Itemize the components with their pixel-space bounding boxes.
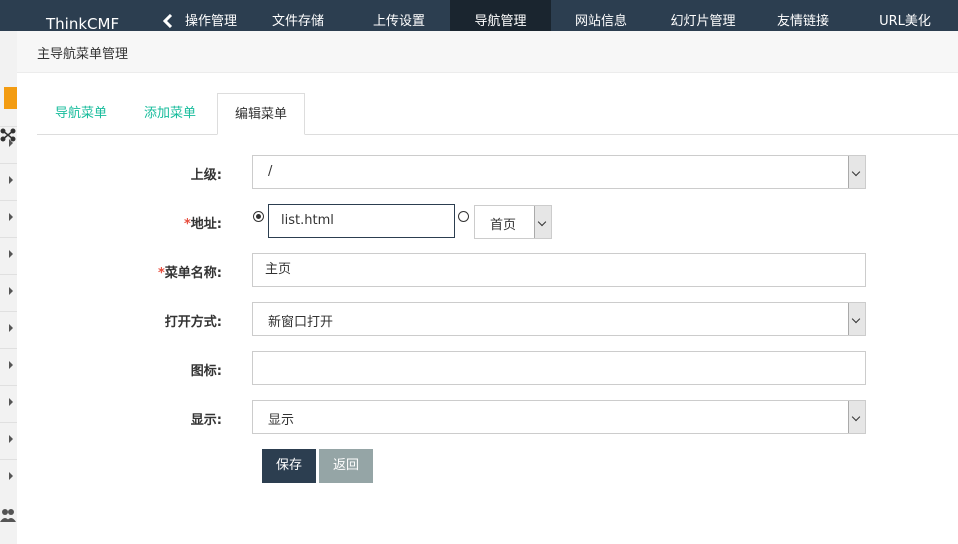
- chevron-down-icon: [848, 401, 865, 433]
- address-page-value: 首页: [490, 218, 517, 233]
- sidebar-item[interactable]: [0, 459, 17, 496]
- nav-item-links[interactable]: 友情链接: [772, 12, 834, 31]
- chevron-down-icon: [848, 303, 865, 335]
- save-button[interactable]: 保存: [262, 449, 316, 483]
- caret-right-icon: [9, 287, 13, 295]
- sidebar-item[interactable]: [0, 126, 17, 163]
- nav-item-navigation[interactable]: 导航管理: [450, 0, 551, 31]
- panel-title: 主导航菜单管理: [37, 47, 129, 62]
- caret-right-icon: [9, 250, 13, 258]
- menu-edit-panel: 主导航菜单管理 导航菜单 添加菜单 编辑菜单 上级: / *地址: list.h…: [17, 31, 958, 544]
- icon-input[interactable]: [252, 351, 866, 385]
- tab-add-menu[interactable]: 添加菜单: [125, 93, 215, 134]
- sidebar: [0, 31, 18, 544]
- required-mark: *: [183, 217, 191, 232]
- top-navbar: ThinkCMF 操作管理 文件存储 上传设置 导航管理 网站信息 幻灯片管理 …: [0, 0, 958, 33]
- tab-edit-menu[interactable]: 编辑菜单: [217, 93, 305, 135]
- caret-right-icon: [9, 324, 13, 332]
- caret-right-icon: [9, 176, 13, 184]
- caret-right-icon: [9, 361, 13, 369]
- menu-name-label: *菜单名称:: [102, 262, 222, 281]
- tab-bar: 导航菜单 添加菜单 编辑菜单: [37, 93, 958, 135]
- nav-item-slides[interactable]: 幻灯片管理: [664, 12, 742, 31]
- menu-name-label-text: 菜单名称:: [164, 266, 222, 281]
- address-label: *地址:: [102, 213, 222, 232]
- open-mode-value: 新窗口打开: [268, 315, 334, 330]
- menu-name-input[interactable]: 主页: [252, 253, 866, 287]
- chevron-down-icon: [848, 156, 865, 188]
- nav-item-storage[interactable]: 文件存储: [267, 12, 329, 31]
- display-label: 显示:: [190, 413, 222, 428]
- display-value: 显示: [268, 413, 295, 428]
- sidebar-item[interactable]: [0, 422, 17, 459]
- users-icon[interactable]: [0, 508, 16, 522]
- sidebar-item[interactable]: [0, 274, 17, 311]
- sidebar-item[interactable]: [0, 385, 17, 422]
- home-icon[interactable]: [4, 87, 17, 109]
- caret-right-icon: [9, 435, 13, 443]
- nav-item-operation[interactable]: 操作管理: [180, 12, 242, 31]
- open-mode-label: 打开方式:: [164, 315, 222, 330]
- address-page-radio[interactable]: [458, 211, 469, 222]
- parent-select-value: /: [268, 164, 273, 179]
- nav-item-site-info[interactable]: 网站信息: [570, 12, 632, 31]
- open-mode-select[interactable]: 新窗口打开: [252, 302, 866, 336]
- panel-header: 主导航菜单管理: [17, 31, 958, 73]
- caret-right-icon: [9, 213, 13, 221]
- nav-item-upload[interactable]: 上传设置: [368, 12, 430, 31]
- chevron-down-icon: [534, 206, 551, 238]
- nav-item-url-rewrite[interactable]: URL美化: [872, 12, 938, 31]
- back-button[interactable]: 返回: [319, 449, 373, 483]
- icon-label: 图标:: [190, 364, 222, 379]
- sidebar-item[interactable]: [0, 200, 17, 237]
- tab-nav-menu[interactable]: 导航菜单: [37, 93, 125, 134]
- sidebar-item[interactable]: [0, 311, 17, 348]
- address-url-input[interactable]: list.html: [268, 204, 455, 238]
- sidebar-item[interactable]: [0, 348, 17, 385]
- parent-label: 上级:: [190, 168, 222, 183]
- parent-select[interactable]: /: [252, 155, 866, 189]
- sidebar-item[interactable]: [0, 237, 17, 274]
- caret-right-icon: [9, 398, 13, 406]
- caret-right-icon: [9, 472, 13, 480]
- display-select[interactable]: 显示: [252, 400, 866, 434]
- required-mark: *: [157, 266, 165, 281]
- chevron-left-icon[interactable]: [163, 14, 173, 28]
- address-url-radio[interactable]: [253, 211, 264, 222]
- address-label-text: 地址:: [190, 217, 222, 232]
- address-page-select[interactable]: 首页: [474, 205, 552, 239]
- caret-right-icon: [9, 139, 13, 147]
- sidebar-item[interactable]: [0, 163, 17, 200]
